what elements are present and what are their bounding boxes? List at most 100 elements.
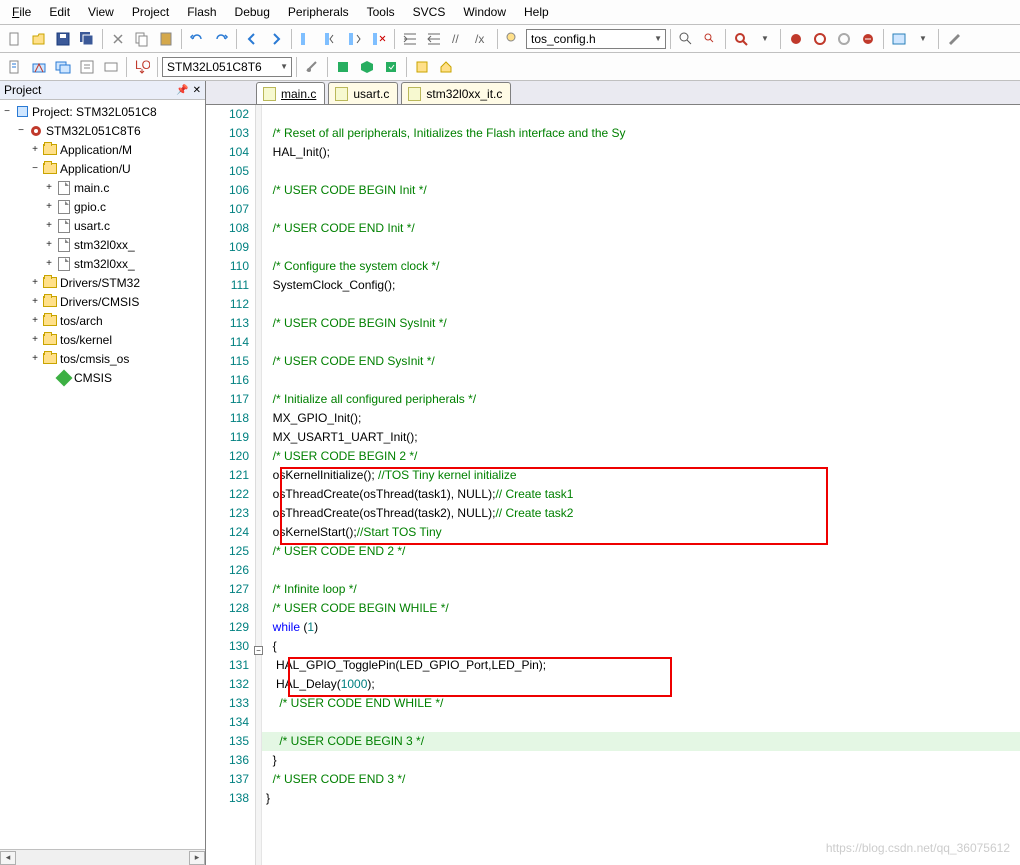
tree-group[interactable]: tos/kernel	[60, 333, 112, 347]
code-line[interactable]: while (1)	[262, 618, 1020, 637]
tree-group[interactable]: Drivers/STM32	[60, 276, 140, 290]
nav-back-button[interactable]	[241, 28, 263, 50]
menu-svcs[interactable]: SVCS	[405, 3, 454, 21]
manage-rte-icon[interactable]	[332, 56, 354, 78]
incremental-find-icon[interactable]	[699, 28, 721, 50]
tree-file[interactable]: main.c	[74, 181, 109, 195]
breakpoint-insert-icon[interactable]	[785, 28, 807, 50]
books-icon[interactable]	[411, 56, 433, 78]
code-line[interactable]	[262, 561, 1020, 580]
tree-group[interactable]: CMSIS	[74, 371, 112, 385]
tree-file[interactable]: gpio.c	[74, 200, 106, 214]
tree-group[interactable]: Application/U	[60, 162, 131, 176]
uncomment-button[interactable]: /x	[471, 28, 493, 50]
target-combo[interactable]: STM32L051C8T6	[162, 57, 292, 77]
comment-button[interactable]: //	[447, 28, 469, 50]
code-line[interactable]	[262, 162, 1020, 181]
tree-file[interactable]: usart.c	[74, 219, 110, 233]
menu-flash[interactable]: Flash	[179, 3, 224, 21]
menu-window[interactable]: Window	[455, 3, 514, 21]
code-line[interactable]: HAL_Delay(1000);	[262, 675, 1020, 694]
find-combo[interactable]: tos_config.h	[526, 29, 666, 49]
code-line[interactable]: /* USER CODE END Init */	[262, 219, 1020, 238]
code-line[interactable]: /* Initialize all configured peripherals…	[262, 390, 1020, 409]
nav-fwd-button[interactable]	[265, 28, 287, 50]
code-editor[interactable]: 1021031041051061071081091101111121131141…	[206, 105, 1020, 865]
code-line[interactable]: /* Configure the system clock */	[262, 257, 1020, 276]
scroll-left-icon[interactable]: ◂	[0, 851, 16, 865]
tree-root[interactable]: Project: STM32L051C8	[32, 105, 157, 119]
build-button[interactable]	[28, 56, 50, 78]
menu-help[interactable]: Help	[516, 3, 557, 21]
new-file-button[interactable]	[4, 28, 26, 50]
code-line[interactable]	[262, 105, 1020, 124]
bookmark-toggle-icon[interactable]	[296, 28, 318, 50]
find-in-files-icon[interactable]	[675, 28, 697, 50]
tree-group[interactable]: tos/cmsis_os	[60, 352, 129, 366]
stop-build-icon[interactable]	[100, 56, 122, 78]
tree-group[interactable]: Drivers/CMSIS	[60, 295, 139, 309]
menu-file[interactable]: File	[4, 3, 39, 21]
code-line[interactable]: }	[262, 751, 1020, 770]
menu-peripherals[interactable]: Peripherals	[280, 3, 357, 21]
find-icon[interactable]	[502, 28, 524, 50]
breakpoint-disable-icon[interactable]	[833, 28, 855, 50]
rebuild-button[interactable]	[52, 56, 74, 78]
paste-button[interactable]	[155, 28, 177, 50]
code-line[interactable]: /* USER CODE BEGIN 3 */	[262, 732, 1020, 751]
code-line[interactable]	[262, 713, 1020, 732]
pack-installer-icon[interactable]	[380, 56, 402, 78]
open-button[interactable]	[28, 28, 50, 50]
download-button[interactable]: LOAD	[131, 56, 153, 78]
bookmark-prev-icon[interactable]	[320, 28, 342, 50]
code-line[interactable]	[262, 333, 1020, 352]
code-line[interactable]: /* USER CODE BEGIN Init */	[262, 181, 1020, 200]
project-tree[interactable]: −Project: STM32L051C8 −STM32L051C8T6 +Ap…	[0, 100, 205, 849]
code-line[interactable]: /* USER CODE BEGIN 2 */	[262, 447, 1020, 466]
select-packs-icon[interactable]	[356, 56, 378, 78]
outdent-button[interactable]	[423, 28, 445, 50]
scroll-right-icon[interactable]: ▸	[189, 851, 205, 865]
menu-tools[interactable]: Tools	[359, 3, 403, 21]
code-line[interactable]: MX_USART1_UART_Init();	[262, 428, 1020, 447]
tree-file[interactable]: stm32l0xx_	[74, 257, 135, 271]
undo-button[interactable]	[186, 28, 208, 50]
code-line[interactable]: /* USER CODE END 2 */	[262, 542, 1020, 561]
close-icon[interactable]: ✕	[193, 85, 201, 96]
code-line[interactable]: /* USER CODE END 3 */	[262, 770, 1020, 789]
code-line[interactable]	[262, 295, 1020, 314]
code-line[interactable]: /* USER CODE END WHILE */	[262, 694, 1020, 713]
menu-edit[interactable]: Edit	[41, 3, 78, 21]
breakpoint-kill-icon[interactable]	[857, 28, 879, 50]
bookmark-next-icon[interactable]	[344, 28, 366, 50]
pin-icon[interactable]: 📌	[176, 85, 188, 96]
code-line[interactable]: /* Infinite loop */	[262, 580, 1020, 599]
code-line[interactable]: /* USER CODE BEGIN SysInit */	[262, 314, 1020, 333]
code-line[interactable]: /* Reset of all peripherals, Initializes…	[262, 124, 1020, 143]
tab-main[interactable]: main.c	[256, 82, 325, 104]
options-button[interactable]	[301, 56, 323, 78]
tree-group[interactable]: tos/arch	[60, 314, 103, 328]
project-h-scrollbar[interactable]: ◂ ▸	[0, 849, 205, 865]
code-line[interactable]: /* USER CODE BEGIN WHILE */	[262, 599, 1020, 618]
code-line[interactable]	[262, 371, 1020, 390]
breakpoint-enable-icon[interactable]	[809, 28, 831, 50]
bookmark-clear-icon[interactable]	[368, 28, 390, 50]
code-line[interactable]: osKernelInitialize(); //TOS Tiny kernel …	[262, 466, 1020, 485]
menu-debug[interactable]: Debug	[227, 3, 278, 21]
code-line[interactable]: HAL_Init();	[262, 143, 1020, 162]
code-line[interactable]	[262, 238, 1020, 257]
code-line[interactable]: {	[262, 637, 1020, 656]
save-button[interactable]	[52, 28, 74, 50]
code-line[interactable]: /* USER CODE END SysInit */	[262, 352, 1020, 371]
code-line[interactable]: HAL_GPIO_TogglePin(LED_GPIO_Port,LED_Pin…	[262, 656, 1020, 675]
translate-icon[interactable]	[4, 56, 26, 78]
menu-project[interactable]: Project	[124, 3, 177, 21]
code-line[interactable]: MX_GPIO_Init();	[262, 409, 1020, 428]
config-icon[interactable]	[943, 28, 965, 50]
code-line[interactable]: }	[262, 789, 1020, 808]
tree-group[interactable]: Application/M	[60, 143, 132, 157]
code-line[interactable]: SystemClock_Config();	[262, 276, 1020, 295]
copy-button[interactable]	[131, 28, 153, 50]
code-line[interactable]: osKernelStart();//Start TOS Tiny	[262, 523, 1020, 542]
